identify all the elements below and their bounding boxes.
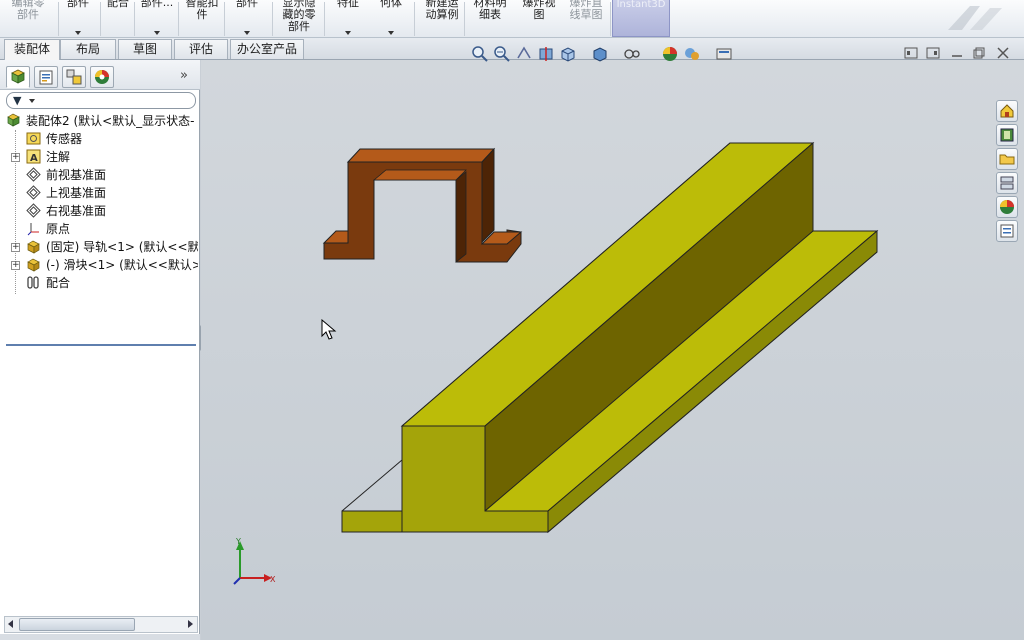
file-explorer-icon[interactable] xyxy=(996,148,1018,170)
solidworks-resources-icon[interactable] xyxy=(996,100,1018,122)
view-orientation-icon[interactable] xyxy=(558,44,578,64)
tile-left-icon[interactable] xyxy=(904,46,918,60)
mouse-cursor-icon xyxy=(321,319,337,340)
view-settings-icon[interactable] xyxy=(714,44,734,64)
section-view-icon[interactable] xyxy=(536,44,556,64)
document-window-controls xyxy=(902,46,1014,64)
tile-right-icon[interactable] xyxy=(926,46,940,60)
rail-part[interactable] xyxy=(341,141,879,534)
view-palette-icon[interactable] xyxy=(996,172,1018,194)
custom-properties-icon[interactable] xyxy=(996,220,1018,242)
triad-y-label: Y xyxy=(235,537,241,546)
appearances-icon[interactable] xyxy=(996,196,1018,218)
zoom-to-area-icon[interactable] xyxy=(492,44,512,64)
minimize-icon[interactable] xyxy=(950,46,964,60)
previous-view-icon[interactable] xyxy=(514,44,534,64)
triad-x-label: X xyxy=(270,575,276,584)
reference-triad-icon: Y X xyxy=(233,537,276,585)
close-icon[interactable] xyxy=(996,46,1010,60)
design-library-icon[interactable] xyxy=(996,124,1018,146)
solidworks-window: 编辑零 部件 部件 配合 部件... 智能扣 件部件 显示隐 藏的零 部件 特征 何体 新建运 … xyxy=(0,0,1024,640)
zoom-to-fit-icon[interactable] xyxy=(470,44,490,64)
restore-icon[interactable] xyxy=(972,46,986,60)
slider-part[interactable] xyxy=(322,147,523,263)
edit-appearance-icon[interactable] xyxy=(660,44,680,64)
display-style-icon[interactable] xyxy=(590,44,610,64)
apply-scene-icon[interactable] xyxy=(682,44,702,64)
heads-up-view-toolbar xyxy=(470,44,750,66)
model-scene xyxy=(322,141,879,534)
hide-show-items-icon[interactable] xyxy=(622,44,642,64)
task-pane xyxy=(996,100,1020,246)
